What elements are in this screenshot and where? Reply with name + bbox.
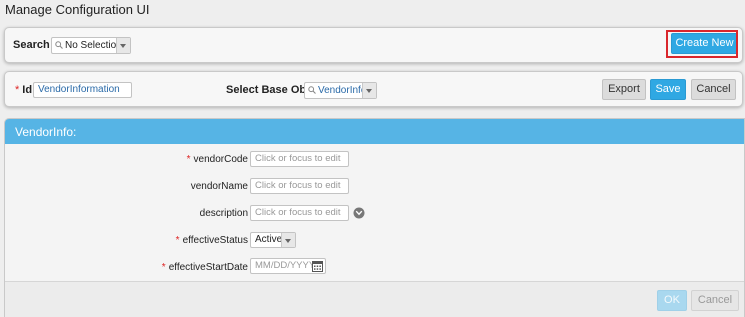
effective-status-label: * effectiveStatus: [175, 235, 248, 246]
search-value: No Selection: [65, 40, 122, 51]
required-marker: *: [175, 235, 180, 246]
page-title: Manage Configuration UI: [5, 2, 150, 17]
base-object-value: VendorInfo: [318, 85, 367, 96]
object-panel: * Id VendorInformation Select Base Object…: [4, 71, 743, 107]
cancel-button[interactable]: Cancel: [691, 79, 736, 100]
effective-status-select[interactable]: Active: [250, 232, 296, 248]
search-label: Search :: [13, 39, 57, 51]
form-title: VendorInfo:: [15, 125, 77, 139]
chevron-down-icon[interactable]: [116, 38, 130, 53]
base-object-combobox[interactable]: VendorInfo: [304, 82, 377, 99]
effective-start-date-input[interactable]: MM/DD/YYYY: [250, 258, 326, 274]
search-icon: [55, 41, 63, 49]
export-button[interactable]: Export: [602, 79, 646, 100]
vendor-code-input[interactable]: Click or focus to edit: [250, 151, 349, 167]
vendor-code-label: * vendorCode: [186, 154, 248, 165]
chevron-down-icon[interactable]: [281, 233, 295, 247]
search-panel: Search : No Selection Create New: [4, 27, 743, 63]
search-combobox[interactable]: No Selection: [51, 37, 131, 54]
save-button[interactable]: Save: [650, 79, 686, 100]
vendor-form-panel: VendorInfo: * vendorCode Click or focus t…: [4, 118, 745, 317]
vendor-name-label: vendorName: [190, 181, 248, 192]
calendar-icon[interactable]: [312, 260, 323, 272]
vendor-name-input[interactable]: Click or focus to edit: [250, 178, 349, 194]
date-placeholder: MM/DD/YYYY: [255, 260, 316, 271]
id-input[interactable]: VendorInformation: [33, 82, 132, 98]
description-input[interactable]: Click or focus to edit: [250, 205, 349, 221]
required-marker: *: [15, 84, 20, 96]
required-marker: *: [161, 262, 166, 273]
chevron-down-icon[interactable]: [362, 83, 376, 98]
info-icon[interactable]: [353, 207, 365, 219]
description-label: description: [199, 208, 248, 219]
id-label: * Id: [15, 84, 33, 96]
form-footer: OK Cancel: [5, 281, 744, 317]
form-cancel-button[interactable]: Cancel: [691, 290, 739, 311]
ok-button[interactable]: OK: [657, 290, 687, 311]
required-marker: *: [186, 154, 191, 165]
highlight-box: [666, 30, 738, 58]
form-header: VendorInfo:: [5, 119, 744, 144]
effective-start-date-label: * effectiveStartDate: [161, 262, 248, 273]
search-icon: [308, 86, 316, 94]
effective-status-value: Active: [255, 234, 283, 245]
